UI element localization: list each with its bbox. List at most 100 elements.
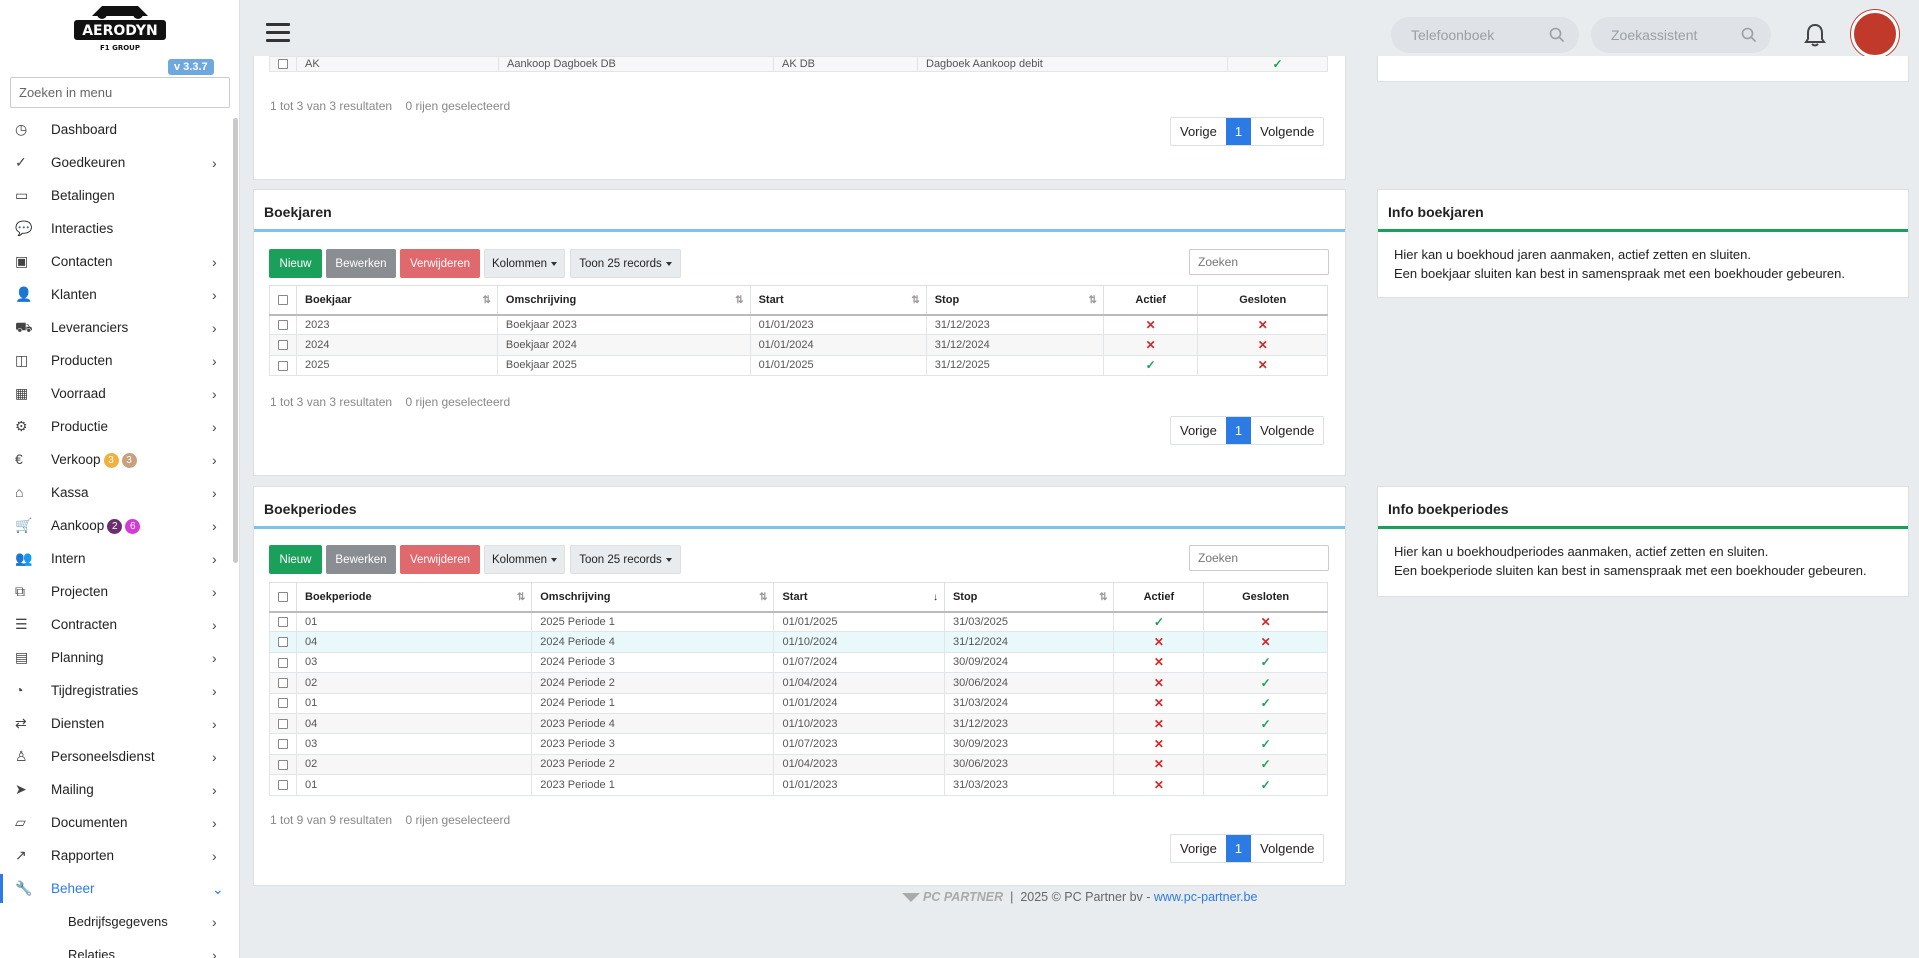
- sidebar-item-kassa[interactable]: ⌂ Kassa ›: [0, 476, 239, 509]
- aerodyn-logo[interactable]: AERODYN F1 GROUP: [72, 2, 168, 54]
- sidebar-item-betalingen[interactable]: ▭ Betalingen: [0, 179, 239, 212]
- prev-button[interactable]: Vorige: [1171, 835, 1226, 862]
- new-button[interactable]: Nieuw: [269, 249, 322, 278]
- select-all-checkbox[interactable]: [278, 294, 288, 305]
- footer-link[interactable]: www.pc-partner.be: [1154, 890, 1258, 904]
- sidebar-item-rapporten[interactable]: ↗ Rapporten ›: [0, 839, 239, 872]
- column-header-stop[interactable]: Stop ⇅: [925, 285, 1104, 316]
- column-header-start[interactable]: Start ↓: [773, 582, 945, 613]
- prev-button[interactable]: Vorige: [1171, 417, 1226, 444]
- row-checkbox[interactable]: [278, 617, 288, 628]
- column-header-omschrijving[interactable]: Omschrijving ⇅: [531, 582, 775, 613]
- table-row[interactable]: 04 2023 Periode 4 01/10/2023 31/12/2023 ✕ ✓: [269, 712, 1328, 735]
- sidebar-item-personeelsdienst[interactable]: ♙ Personeelsdienst ›: [0, 740, 239, 773]
- column-header-actief[interactable]: Actief: [1102, 285, 1199, 316]
- column-header-boekjaar[interactable]: Boekjaar ⇅: [296, 285, 498, 316]
- row-checkbox[interactable]: [278, 718, 288, 729]
- phonebook-search[interactable]: Telefoonboek: [1391, 17, 1579, 53]
- column-header-boekperiode[interactable]: Boekperiode ⇅: [295, 582, 533, 613]
- next-button[interactable]: Volgende: [1251, 118, 1323, 145]
- edit-button[interactable]: Bewerken: [326, 249, 396, 278]
- table-row[interactable]: 2024 Boekjaar 2024 01/01/2024 31/12/2024 ✕ ✕: [269, 334, 1328, 356]
- table-row[interactable]: 03 2024 Periode 3 01/07/2024 30/09/2024 ✕ ✓: [269, 651, 1328, 674]
- bell-icon[interactable]: [1804, 23, 1826, 47]
- table-row[interactable]: AK Aankoop Dagboek DB AK DB Dagboek Aank…: [269, 56, 1328, 72]
- sidebar-item-productie[interactable]: ⚙ Productie ›: [0, 410, 239, 443]
- row-checkbox[interactable]: [278, 360, 288, 371]
- edit-button[interactable]: Bewerken: [326, 545, 396, 574]
- table-row[interactable]: 01 2023 Periode 1 01/01/2023 31/03/2023 ✕ ✓: [269, 774, 1328, 796]
- cross-icon: ✕: [1145, 338, 1156, 353]
- table-search-input[interactable]: [1189, 545, 1329, 571]
- new-button[interactable]: Nieuw: [269, 545, 322, 574]
- menu-search-input[interactable]: [10, 77, 230, 108]
- sidebar-item-producten[interactable]: ◫ Producten ›: [0, 344, 239, 377]
- sidebar-item-goedkeuren[interactable]: ✓ Goedkeuren ›: [0, 146, 239, 179]
- sidebar-item-mailing[interactable]: ➤ Mailing ›: [0, 773, 239, 806]
- row-checkbox[interactable]: [278, 779, 288, 790]
- sidebar-scrollbar[interactable]: [233, 118, 238, 563]
- sidebar-item-interacties[interactable]: 💬 Interacties: [0, 212, 239, 245]
- page-1-button[interactable]: 1: [1225, 835, 1252, 862]
- sidebar-item-voorraad[interactable]: ▦ Voorraad ›: [0, 377, 239, 410]
- avatar[interactable]: [1851, 10, 1899, 58]
- next-button[interactable]: Volgende: [1251, 417, 1323, 444]
- row-checkbox[interactable]: [278, 759, 288, 770]
- table-row[interactable]: 01 2025 Periode 1 01/01/2025 31/03/2025 ✓ ✕: [269, 610, 1328, 633]
- row-checkbox[interactable]: [278, 59, 288, 70]
- row-checkbox[interactable]: [278, 637, 288, 648]
- cell: 01/01/2023: [749, 313, 927, 336]
- column-header-gesloten[interactable]: Gesloten: [1197, 285, 1328, 316]
- columns-dropdown[interactable]: Kolommen: [484, 545, 565, 574]
- sidebar-item-leveranciers[interactable]: ⛟ Leveranciers ›: [0, 311, 239, 344]
- row-checkbox[interactable]: [278, 657, 288, 668]
- sidebar-item-beheer[interactable]: 🔧 Beheer ⌄: [0, 872, 239, 905]
- page-size-dropdown[interactable]: Toon 25 records: [570, 249, 681, 278]
- sidebar-item-documenten[interactable]: ▱ Documenten ›: [0, 806, 239, 839]
- table-search-input[interactable]: [1189, 249, 1329, 275]
- table-row[interactable]: 01 2024 Periode 1 01/01/2024 31/03/2024 ✕ ✓: [269, 692, 1328, 714]
- page-1-button[interactable]: 1: [1225, 118, 1252, 145]
- cell: 31/03/2023: [943, 774, 1115, 796]
- prev-button[interactable]: Vorige: [1171, 118, 1226, 145]
- footer-brand: PC PARTNER: [923, 890, 1004, 904]
- sidebar-item-contacten[interactable]: ▣ Contacten ›: [0, 245, 239, 278]
- next-button[interactable]: Volgende: [1251, 835, 1323, 862]
- sidebar-item-relaties[interactable]: Relaties ›: [0, 938, 239, 958]
- sidebar-item-bedrijfsgegevens[interactable]: Bedrijfsgegevens ›: [0, 905, 239, 938]
- table-row[interactable]: 02 2023 Periode 2 01/04/2023 30/06/2023 ✕ ✓: [269, 753, 1328, 776]
- columns-dropdown[interactable]: Kolommen: [484, 249, 565, 278]
- table-row[interactable]: 04 2024 Periode 4 01/10/2024 31/12/2024 ✕ ✕: [269, 631, 1328, 653]
- sidebar-item-projecten[interactable]: ⧉ Projecten ›: [0, 575, 239, 608]
- column-header-omschrijving[interactable]: Omschrijving ⇅: [496, 285, 751, 316]
- column-header-gesloten[interactable]: Gesloten: [1203, 582, 1328, 613]
- assistant-search[interactable]: Zoekassistent: [1591, 17, 1771, 53]
- sidebar-item-intern[interactable]: 👥 Intern ›: [0, 542, 239, 575]
- row-checkbox[interactable]: [278, 320, 288, 331]
- select-all-checkbox[interactable]: [278, 591, 288, 602]
- sidebar-item-diensten[interactable]: ⇄ Diensten ›: [0, 707, 239, 740]
- table-row[interactable]: 03 2023 Periode 3 01/07/2023 30/09/2023 ✕ ✓: [269, 733, 1328, 755]
- sidebar-item-verkoop[interactable]: € Verkoop 3 3 ›: [0, 443, 239, 476]
- table-row[interactable]: 2023 Boekjaar 2023 01/01/2023 31/12/2023 ✕ ✕: [269, 313, 1328, 336]
- sidebar-item-tijdregistraties[interactable]: ◔ Tijdregistraties ›: [0, 674, 239, 707]
- column-header-actief[interactable]: Actief: [1113, 582, 1205, 613]
- row-checkbox[interactable]: [278, 698, 288, 709]
- hamburger-menu-icon[interactable]: [266, 23, 290, 43]
- row-checkbox[interactable]: [278, 340, 288, 351]
- sidebar-item-contracten[interactable]: ☰ Contracten ›: [0, 608, 239, 641]
- page-1-button[interactable]: 1: [1225, 417, 1252, 444]
- page-size-dropdown[interactable]: Toon 25 records: [570, 545, 681, 574]
- row-checkbox[interactable]: [278, 677, 288, 688]
- sidebar-item-aankoop[interactable]: 🛒 Aankoop 2 6 ›: [0, 509, 239, 542]
- table-row[interactable]: 2025 Boekjaar 2025 01/01/2025 31/12/2025 ✓ ✕: [269, 354, 1328, 377]
- delete-button[interactable]: Verwijderen: [400, 249, 480, 278]
- column-header-stop[interactable]: Stop ⇅: [943, 582, 1115, 613]
- sidebar-item-planning[interactable]: ▤ Planning ›: [0, 641, 239, 674]
- column-header-start[interactable]: Start ⇅: [749, 285, 927, 316]
- row-checkbox[interactable]: [278, 739, 288, 750]
- delete-button[interactable]: Verwijderen: [400, 545, 480, 574]
- table-row[interactable]: 02 2024 Periode 2 01/04/2024 30/06/2024 ✕ ✓: [269, 672, 1328, 694]
- sidebar-item-klanten[interactable]: 👤 Klanten ›: [0, 278, 239, 311]
- sidebar-item-dashboard[interactable]: ◷ Dashboard: [0, 113, 239, 146]
